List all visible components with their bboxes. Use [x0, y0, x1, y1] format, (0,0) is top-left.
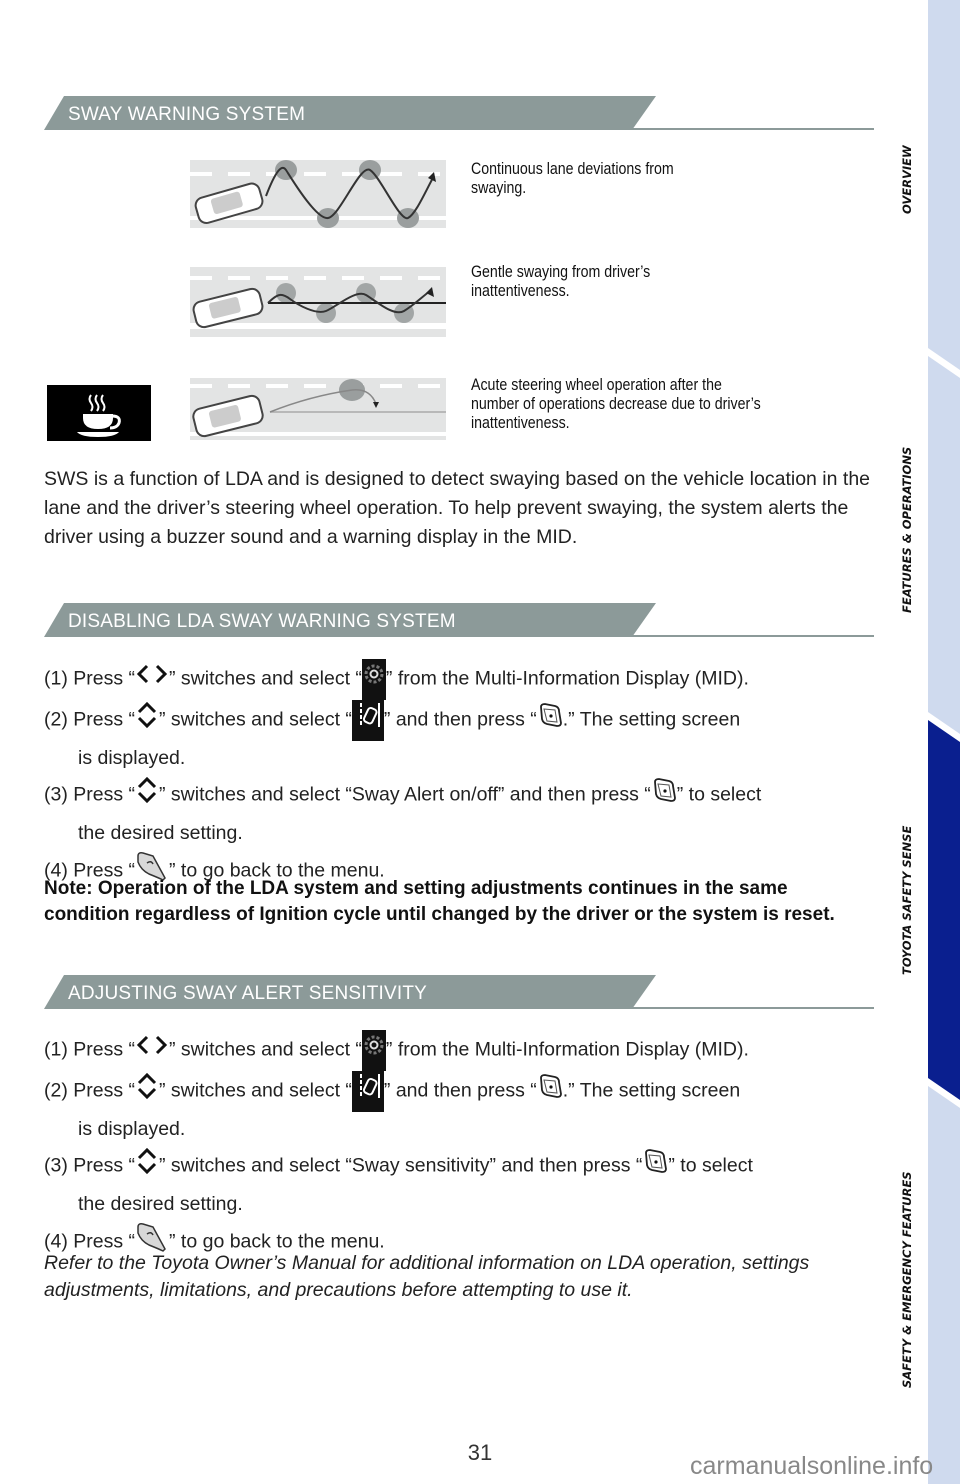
sws-description: SWS is a function of LDA and is designed… — [44, 468, 871, 548]
enter-button-icon — [642, 1147, 668, 1186]
up-down-arrows-icon — [135, 1071, 159, 1112]
tab-overview[interactable]: OVERVIEW — [887, 80, 927, 280]
up-down-arrows-icon — [135, 700, 159, 741]
up-down-arrows-icon — [135, 1146, 159, 1187]
section-rule — [632, 635, 874, 637]
lda-note: Note: Operation of the LDA system and se… — [44, 878, 835, 925]
section-title: SWAY WARNING SYSTEM — [68, 104, 306, 125]
enter-button-icon — [537, 1072, 563, 1111]
section-header-adjusting: ADJUSTING SWAY ALERT SENSITIVITY — [44, 975, 874, 1011]
tab-features-operations[interactable]: FEATURES & OPERATIONS — [887, 400, 927, 660]
tab-safety-emergency-features[interactable]: SAFETY & EMERGENCY FEATURES — [887, 1130, 927, 1430]
step-1: (1) Press “” switches and select “” from… — [44, 1030, 884, 1071]
step-2: (2) Press “” switches and select “” and … — [44, 700, 884, 775]
gear-settings-icon — [361, 1030, 386, 1071]
caption-line: inattentiveness. — [471, 414, 570, 432]
step-3: (3) Press “” switches and select “Sway s… — [44, 1146, 884, 1221]
enter-button-icon — [537, 701, 563, 740]
up-down-arrows-icon — [135, 775, 159, 816]
tab-features-shape — [928, 356, 960, 734]
adjusting-steps: (1) Press “” switches and select “” from… — [44, 1030, 884, 1264]
section-tab-strip — [928, 0, 960, 1484]
left-right-arrows-icon — [135, 662, 169, 697]
tab-toyota-safety-sense[interactable]: TOYOTA SAFETY SENSE — [887, 780, 927, 1020]
owners-manual-reference: Refer to the Toyota Owner’s Manual for a… — [44, 1252, 810, 1301]
caption-line: Continuous lane deviations from — [471, 160, 674, 178]
diagram-continuous-deviation — [190, 160, 446, 228]
tab-toyota-safety-shape — [928, 720, 960, 1100]
left-right-arrows-icon — [135, 1033, 169, 1068]
step-2: (2) Press “” switches and select “” and … — [44, 1071, 884, 1146]
lane-departure-icon — [351, 700, 384, 741]
caption-line: number of operations decrease due to dri… — [471, 395, 761, 413]
tab-overview-shape — [928, 0, 960, 370]
enter-button-icon — [651, 776, 677, 815]
section-header-disabling: DISABLING LDA SWAY WARNING SYSTEM — [44, 603, 874, 639]
step-3: (3) Press “” switches and select “Sway A… — [44, 775, 884, 850]
diagram-gentle-swaying — [190, 267, 446, 337]
caption-line: swaying. — [471, 179, 527, 197]
diagram-caption-1: Continuous lane deviations from swaying. — [471, 160, 841, 198]
tab-safety-emergency-shape — [928, 1086, 960, 1484]
gear-settings-icon — [361, 659, 386, 700]
diagram-caption-3: Acute steering wheel operation after the… — [471, 376, 841, 433]
section-title: DISABLING LDA SWAY WARNING SYSTEM — [68, 611, 456, 632]
caption-line: Acute steering wheel operation after the — [471, 376, 722, 394]
diagram-acute-steering — [190, 378, 446, 440]
caption-line: Gentle swaying from driver’s — [471, 263, 651, 281]
diagram-caption-2: Gentle swaying from driver’s inattentive… — [471, 263, 841, 301]
caption-line: inattentiveness. — [471, 282, 570, 300]
coffee-cup-icon — [47, 385, 151, 441]
section-header-sway-warning: SWAY WARNING SYSTEM — [44, 96, 874, 132]
section-title: ADJUSTING SWAY ALERT SENSITIVITY — [68, 983, 428, 1004]
step-1: (1) Press “” switches and select “” from… — [44, 659, 884, 700]
disabling-steps: (1) Press “” switches and select “” from… — [44, 659, 884, 893]
lane-departure-icon — [351, 1071, 384, 1112]
section-rule — [632, 1007, 874, 1009]
watermark: carmanualsonline.info — [690, 1452, 934, 1480]
section-rule — [632, 128, 874, 130]
